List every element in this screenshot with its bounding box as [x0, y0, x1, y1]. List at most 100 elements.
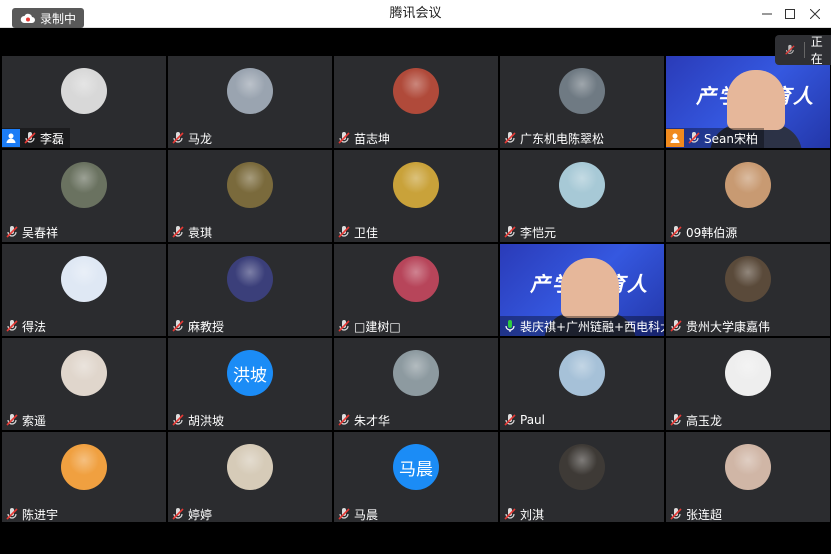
participant-name: 胡洪坡 [188, 413, 225, 428]
participant-tile[interactable]: 吴春祥 [2, 150, 166, 242]
participant-name-bar: 李恺元 [500, 222, 562, 242]
participant-tile[interactable]: □建树□ [334, 244, 498, 336]
presenter-face [727, 70, 785, 130]
mic-muted-icon [670, 226, 682, 238]
mic-muted-icon [670, 320, 682, 332]
participant-tile[interactable]: 洪坡胡洪坡 [168, 338, 332, 430]
avatar [61, 68, 107, 114]
avatar [725, 256, 771, 302]
participant-tile[interactable]: 高玉龙 [666, 338, 830, 430]
participant-name: 得法 [22, 319, 47, 334]
mic-muted-icon [6, 226, 18, 238]
participant-name: Paul [520, 413, 545, 427]
participant-tile[interactable]: 婷婷 [168, 432, 332, 524]
mic-active-icon [505, 320, 515, 332]
mic-muted-icon [172, 508, 184, 520]
mic-muted-icon [670, 414, 682, 426]
participant-tile[interactable]: 陈进宇 [2, 432, 166, 524]
popup-divider [803, 42, 805, 58]
mic-muted-icon [504, 132, 516, 144]
participant-name: 吴春祥 [22, 225, 59, 240]
avatar [61, 256, 107, 302]
participant-tile[interactable]: 苗志坤 [334, 56, 498, 148]
participant-name-bar: 卫佳 [334, 222, 384, 242]
avatar [393, 350, 439, 396]
participant-name-bar: 麻教授 [168, 316, 230, 336]
participant-name-bar: 广东机电陈翠松 [500, 128, 610, 148]
participant-name: 刘淇 [520, 507, 545, 522]
participant-tile[interactable]: 产学合 育人裴庆祺+广州链融+西电科大 [500, 244, 664, 336]
mic-muted-icon [172, 414, 184, 426]
participant-name: 高玉龙 [686, 413, 723, 428]
participant-name-bar: 苗志坤 [334, 128, 396, 148]
mic-muted-icon [172, 226, 184, 238]
participant-name: 麻教授 [188, 319, 225, 334]
participant-name-bar: Sean宋柏 [666, 128, 764, 148]
participant-name-bar: □建树□ [334, 316, 407, 336]
participant-name: 苗志坤 [354, 131, 391, 146]
participant-name-bar: 高玉龙 [666, 410, 728, 430]
mic-muted-icon [6, 508, 18, 520]
avatar [725, 162, 771, 208]
avatar [393, 68, 439, 114]
participant-tile[interactable]: 李磊 [2, 56, 166, 148]
avatar: 洪坡 [227, 350, 273, 396]
cloud-record-icon [20, 13, 35, 23]
participant-name-bar: 吴春祥 [2, 222, 64, 242]
participant-tile[interactable]: 贵州大学康嘉伟 [666, 244, 830, 336]
participant-name: 李恺元 [520, 225, 557, 240]
participant-name: 婷婷 [188, 507, 213, 522]
avatar [227, 162, 273, 208]
avatar [227, 68, 273, 114]
participant-tile[interactable]: 马龙 [168, 56, 332, 148]
participant-name-bar: 09韩伯源 [666, 222, 743, 242]
participant-name: Sean宋柏 [704, 131, 758, 146]
speaking-popup[interactable]: 正在 [775, 35, 831, 66]
participant-tile[interactable]: 索遥 [2, 338, 166, 430]
close-button[interactable] [800, 0, 830, 28]
participant-tile[interactable]: 得法 [2, 244, 166, 336]
avatar [61, 162, 107, 208]
participant-name: 马晨 [354, 507, 379, 522]
participant-tile[interactable]: Paul [500, 338, 664, 430]
participant-name: 贵州大学康嘉伟 [686, 319, 771, 334]
participant-tile[interactable]: 朱才华 [334, 338, 498, 430]
presenter-face [561, 258, 619, 318]
avatar [725, 350, 771, 396]
maximize-icon [785, 9, 795, 19]
bottom-black-area [0, 522, 831, 554]
participant-tile[interactable]: 09韩伯源 [666, 150, 830, 242]
mic-muted-icon [504, 414, 516, 426]
participant-name: 袁琪 [188, 225, 213, 240]
participant-name-bar: 贵州大学康嘉伟 [666, 316, 776, 336]
participant-name: 裴庆祺+广州链融+西电科大 [520, 319, 664, 334]
mic-muted-icon [338, 320, 350, 332]
participant-tile[interactable]: 袁琪 [168, 150, 332, 242]
participant-name: 马龙 [188, 131, 213, 146]
participant-name: 朱才华 [354, 413, 391, 428]
participant-name-bar: 李磊 [2, 128, 71, 148]
mic-muted-icon [688, 132, 700, 144]
participant-name-bar: 张连超 [666, 504, 728, 524]
participant-tile[interactable]: 马晨 马晨 [334, 432, 498, 524]
participant-tile[interactable]: 卫佳 [334, 150, 498, 242]
participant-name-bar: 得法 [2, 316, 52, 336]
mic-muted-icon [338, 508, 350, 520]
participant-tile[interactable]: 麻教授 [168, 244, 332, 336]
participant-tile[interactable]: 张连超 [666, 432, 830, 524]
recording-indicator[interactable]: 录制中 [12, 8, 85, 28]
participant-tile[interactable]: 广东机电陈翠松 [500, 56, 664, 148]
participant-tile[interactable]: 李恺元 [500, 150, 664, 242]
participant-name-bar: 胡洪坡 [168, 410, 230, 430]
participant-name-bar: 马龙 [168, 128, 218, 148]
participant-tile[interactable]: 产学合 育人Sean宋柏 [666, 56, 830, 148]
participant-name-bar: 马晨 [334, 504, 384, 524]
avatar [227, 256, 273, 302]
participant-name-bar: 裴庆祺+广州链融+西电科大 [500, 316, 664, 336]
participant-name: 09韩伯源 [686, 225, 738, 240]
participant-name-bar: 袁琪 [168, 222, 218, 242]
top-black-area [0, 28, 831, 56]
participant-name-bar: 陈进宇 [2, 504, 64, 524]
participant-tile[interactable]: 刘淇 [500, 432, 664, 524]
avatar [393, 162, 439, 208]
